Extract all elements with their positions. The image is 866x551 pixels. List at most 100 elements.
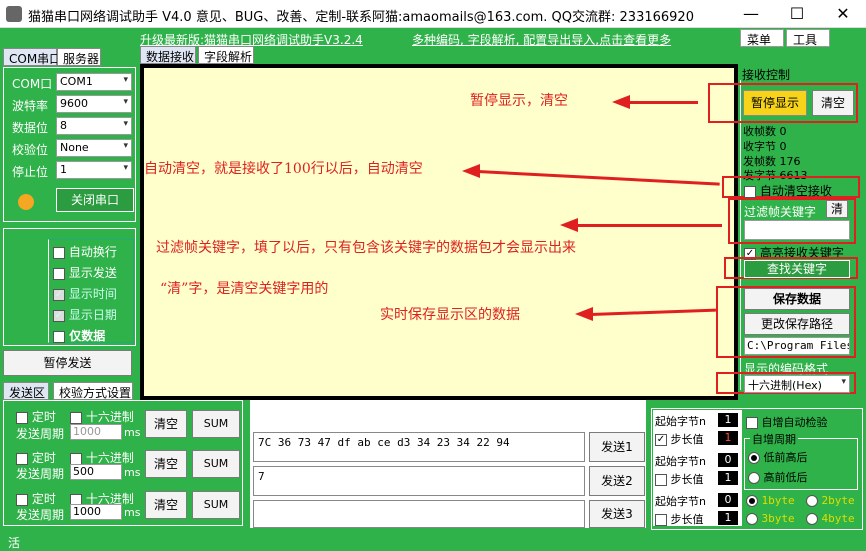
data-bits-select[interactable]: 8 ▾ (56, 117, 132, 135)
annotation-pause-clear: 暂停显示，清空 (470, 93, 568, 109)
hex-checkbox-2[interactable] (70, 452, 82, 465)
step-label-3: 步长值 (670, 513, 704, 526)
status-bar: 活 (0, 531, 866, 551)
minimize-button[interactable]: — (728, 0, 774, 28)
show-time-checkbox[interactable]: ✓ (53, 288, 65, 301)
chevron-down-icon: ▾ (123, 97, 128, 107)
start-byte-input-2[interactable]: 0 (718, 453, 738, 467)
chevron-down-icon: ▾ (123, 75, 128, 85)
window-title: 猫猫串口网络调试助手 V4.0 意见、BUG、改善、定制-联系阿猫:amaoma… (28, 10, 694, 25)
clear-send-button-1[interactable]: 清空 (145, 410, 187, 438)
sum-button-2[interactable]: SUM (192, 450, 240, 478)
data-bits-label: 数据位 (12, 121, 49, 135)
menu-button[interactable]: 菜单 (740, 29, 784, 47)
receive-display[interactable] (140, 64, 738, 400)
tab-field-parse[interactable]: 字段解析 (198, 46, 254, 64)
start-byte-input-1[interactable]: 1 (718, 413, 738, 427)
filter-clear-button[interactable]: 清 (826, 200, 848, 218)
stop-bits-select[interactable]: 1 ▾ (56, 161, 132, 179)
ms-label-2: ms (124, 466, 141, 479)
send-button-1[interactable]: 发送1 (589, 432, 645, 462)
data-bits-value: 8 (60, 119, 67, 132)
send-input-1[interactable]: 7C 36 73 47 df ab ce d3 34 23 34 22 94 (253, 432, 585, 462)
save-data-button[interactable]: 保存数据 (744, 288, 850, 310)
data-only-checkbox[interactable]: ✓ (53, 330, 65, 343)
encoding-select[interactable]: 十六进制(Hex) ▾ (744, 375, 850, 393)
arrow-line (628, 101, 698, 104)
timed-label-3: 定时 (31, 492, 56, 506)
tab-send-area[interactable]: 发送区 (3, 382, 49, 400)
auto-check-checkbox[interactable] (746, 417, 758, 429)
auto-check-label: 自增自动检验 (761, 416, 828, 429)
start-byte-label-2: 起始字节n (655, 455, 706, 468)
step-checkbox-1[interactable]: ✓ (655, 434, 667, 446)
step-input-1[interactable]: 1 (718, 431, 738, 445)
pause-send-button[interactable]: 暂停发送 (3, 350, 132, 376)
close-port-button[interactable]: 关闭串口 (56, 188, 134, 212)
annotation-save: 实时保存显示区的数据 (380, 307, 520, 323)
auto-wrap-label: 自动换行 (68, 245, 117, 259)
period-input-1[interactable]: 1000 (70, 424, 122, 440)
maximize-button[interactable]: ☐ (774, 0, 820, 28)
byte1-radio[interactable] (746, 495, 758, 507)
step-checkbox-3[interactable] (655, 514, 667, 526)
clear-send-button-3[interactable]: 清空 (145, 491, 187, 519)
send-input-2[interactable]: 7 (253, 466, 585, 496)
period-label-2: 发送周期 (16, 467, 65, 481)
step-input-3[interactable]: 1 (718, 511, 738, 525)
filter-input[interactable] (744, 220, 850, 240)
save-path-field[interactable]: C:\Program Files (744, 337, 850, 355)
tab-checksum[interactable]: 校验方式设置 (53, 382, 133, 400)
chevron-down-icon: ▾ (123, 119, 128, 129)
tools-button[interactable]: 工具 (786, 29, 830, 47)
start-byte-label-3: 起始字节n (655, 495, 706, 508)
step-label-1: 步长值 (670, 433, 704, 446)
close-button[interactable]: ✕ (820, 0, 866, 28)
app-icon (6, 6, 22, 22)
show-sent-checkbox[interactable] (53, 267, 65, 280)
byte3-radio[interactable] (746, 513, 758, 525)
byte4-radio[interactable] (806, 513, 818, 525)
tab-server[interactable]: 服务器 (57, 48, 101, 66)
sum-button-1[interactable]: SUM (192, 410, 240, 438)
find-keyword-button[interactable]: 查找关键字 (744, 260, 850, 278)
stop-bits-label: 停止位 (12, 165, 49, 179)
send-input-3[interactable] (253, 500, 585, 528)
byte2-label: 2byte (821, 494, 855, 507)
step-checkbox-2[interactable] (655, 474, 667, 486)
byte2-radio[interactable] (806, 495, 818, 507)
sum-button-3[interactable]: SUM (192, 491, 240, 519)
send-button-2[interactable]: 发送2 (589, 466, 645, 496)
change-path-button[interactable]: 更改保存路径 (744, 313, 850, 335)
port-value: COM1 (60, 75, 93, 88)
port-select[interactable]: COM1 ▾ (56, 73, 132, 91)
tab-data-receive[interactable]: 数据接收 (140, 46, 196, 64)
stop-bits-value: 1 (60, 163, 67, 176)
period-input-3[interactable]: 1000 (70, 504, 122, 520)
encoding-value: 十六进制(Hex) (748, 379, 822, 392)
promo-link[interactable]: 多种编码, 字段解析, 配置导出导入,点击查看更多 (412, 31, 671, 48)
port-label: COM口 (12, 77, 53, 91)
show-date-checkbox[interactable]: ✓ (53, 309, 65, 322)
high-low-radio[interactable] (748, 472, 760, 484)
low-high-radio[interactable] (748, 452, 760, 464)
timed-checkbox-2[interactable] (16, 452, 28, 465)
baud-select[interactable]: 9600 ▾ (56, 95, 132, 113)
show-date-label: 显示日期 (68, 308, 117, 322)
high-low-label: 高前低后 (763, 471, 808, 484)
parity-select[interactable]: None ▾ (56, 139, 132, 157)
auto-clear-checkbox[interactable] (744, 185, 756, 198)
timed-checkbox-1[interactable]: ✓ (16, 411, 28, 424)
timed-checkbox-3[interactable] (16, 493, 28, 506)
clear-receive-button[interactable]: 清空 (812, 90, 854, 116)
auto-wrap-checkbox[interactable]: ✓ (53, 246, 65, 259)
pause-display-button[interactable]: 暂停显示 (743, 90, 807, 116)
send-button-3[interactable]: 发送3 (589, 500, 645, 528)
tab-com[interactable]: COM串口 (3, 48, 61, 66)
display-options-panel: ✓ 自动换行 显示发送 ✓ 显示时间 ✓ 显示日期 ✓ 仅数据 (3, 228, 136, 346)
step-input-2[interactable]: 1 (718, 471, 738, 485)
start-byte-input-3[interactable]: 0 (718, 493, 738, 507)
clear-send-button-2[interactable]: 清空 (145, 450, 187, 478)
period-input-2[interactable]: 500 (70, 464, 122, 480)
hex-checkbox-1[interactable] (70, 411, 82, 424)
